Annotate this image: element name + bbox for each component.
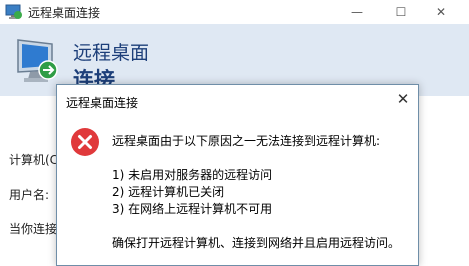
reason-item: 1) 未启用对服务器的远程访问 (112, 168, 273, 182)
reason-item: 3) 在网络上远程计算机不可用 (112, 202, 273, 216)
window-title: 远程桌面连接 (28, 6, 101, 20)
computer-label: 计算机(C (9, 153, 59, 167)
error-footer: 确保打开远程计算机、连接到网络并且启用远程访问。 (112, 236, 401, 250)
banner-title-line1: 远程桌面 (73, 42, 150, 64)
dialog-title: 远程桌面连接 (66, 96, 139, 110)
connection-hint: 当你连接 (9, 222, 58, 236)
username-label: 用户名: (9, 188, 50, 202)
error-message: 远程桌面由于以下原因之一无法连接到远程计算机: (112, 134, 381, 148)
close-window-button[interactable]: ✕ (426, 2, 456, 22)
maximize-button[interactable]: ☐ (386, 2, 416, 22)
dialog-close-button[interactable]: ✕ (393, 89, 413, 109)
reason-item: 2) 远程计算机已关闭 (112, 185, 225, 199)
minimize-button[interactable]: — (342, 2, 372, 22)
error-icon (71, 128, 99, 156)
remote-desktop-monitor-icon (17, 39, 58, 82)
title-bar: 远程桌面连接 — ☐ ✕ (0, 0, 469, 24)
remote-desktop-app-icon (5, 4, 22, 19)
error-dialog: 远程桌面连接 ✕ 远程桌面由于以下原因之一无法连接到远程计算机: 1) 未启用对… (56, 84, 419, 266)
